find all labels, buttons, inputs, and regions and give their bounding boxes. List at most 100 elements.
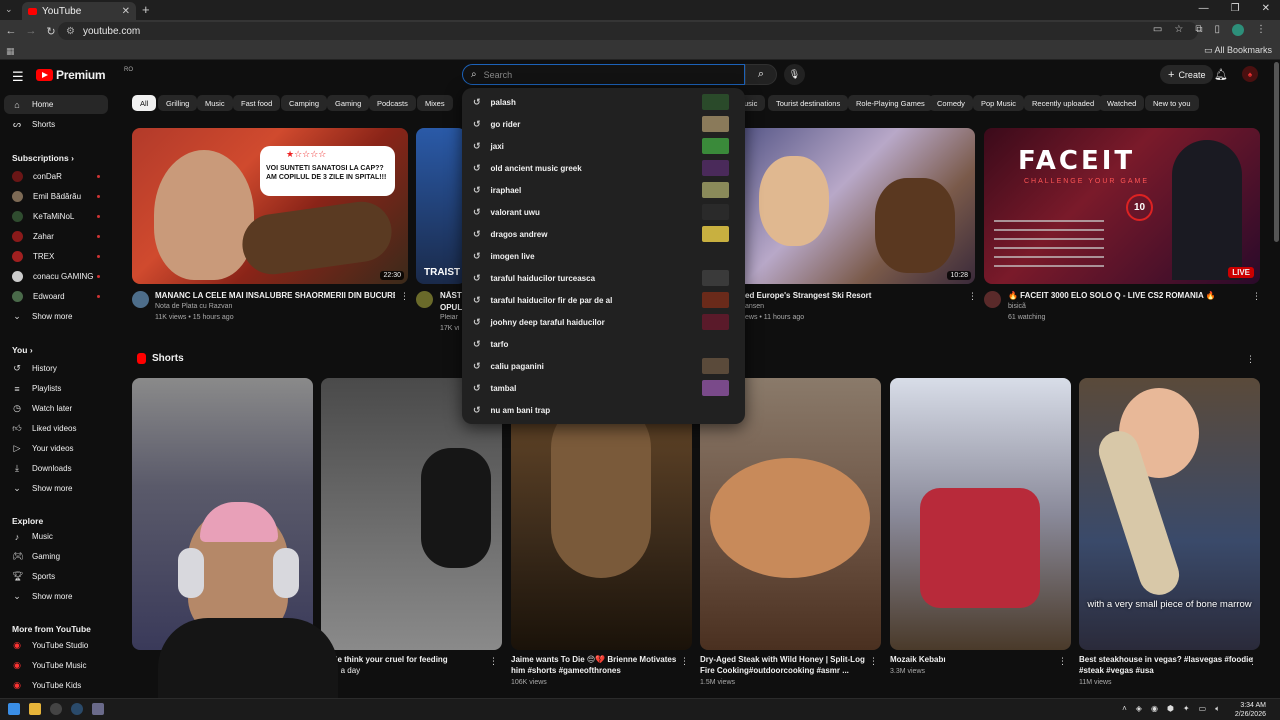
tray-app-icon[interactable]: ⬢ — [1167, 704, 1174, 714]
channel-avatar[interactable] — [416, 291, 433, 308]
file-explorer-icon[interactable] — [29, 703, 41, 715]
chip-new-to-you[interactable]: New to you — [1145, 95, 1199, 111]
more-actions-icon[interactable]: ⋮ — [968, 291, 977, 302]
sidebar-channel[interactable]: TREX — [4, 247, 108, 266]
search-suggestion[interactable]: ↺ palash — [462, 91, 745, 113]
chip-fast-food[interactable]: Fast food — [233, 95, 281, 111]
sidebar-item-youtube-music[interactable]: ◉ YouTube Music — [4, 656, 108, 675]
steam-icon[interactable] — [71, 703, 83, 715]
chip-grilling[interactable]: Grilling — [158, 95, 198, 111]
sidebar-item-home[interactable]: ⌂ Home — [4, 95, 108, 114]
video-thumbnail[interactable]: TRAIST — [416, 128, 466, 284]
short-title[interactable]: Best steakhouse in vegas? #lasvegas #foo… — [1079, 655, 1253, 664]
browser-tab-youtube[interactable]: YouTube ✕ — [22, 2, 136, 20]
chip-tourist-destinations[interactable]: Tourist destinations — [768, 95, 849, 111]
search-suggestion[interactable]: ↺ iraphael — [462, 179, 745, 201]
sidebar-item-music[interactable]: ♪ Music — [4, 527, 108, 546]
sidebar-channel[interactable]: conacu GAMING — [4, 267, 108, 286]
search-suggestion[interactable]: ↺ nu am bani trap — [462, 399, 745, 421]
sidebar-channel[interactable]: Edwoard — [4, 287, 108, 306]
tab-search-icon[interactable]: ⌄ — [5, 4, 13, 15]
shorts-menu-icon[interactable]: ⋮ — [1246, 354, 1255, 365]
search-suggestion[interactable]: ↺ tambal — [462, 377, 745, 399]
short-thumbnail[interactable]: with a very small piece of bone marrow — [1079, 378, 1260, 650]
sidebar-item-playlists[interactable]: ≡ Playlists — [4, 379, 108, 398]
search-suggestion[interactable]: ↺ tarfo — [462, 333, 745, 355]
create-button[interactable]: + Create — [1160, 65, 1214, 84]
voice-search-button[interactable]: 🎙 — [784, 64, 805, 85]
video-title[interactable]: MANANC LA CELE MAI INSALUBRE SHAORMERII … — [155, 291, 395, 300]
video-title[interactable]: NĂST — [440, 291, 462, 300]
sidebar-item-watch-later[interactable]: ◷ Watch later — [4, 399, 108, 418]
sidebar-item-sports[interactable]: 🏆︎ Sports — [4, 567, 108, 586]
search-suggestion[interactable]: ↺ joohny deep taraful haiducilor — [462, 311, 745, 333]
search-suggestion[interactable]: ↺ caliu paganini — [462, 355, 745, 377]
channel-name[interactable]: bisicã — [1008, 303, 1026, 310]
video-title[interactable]: ed Europe's Strangest Ski Resort — [745, 291, 965, 300]
short-title[interactable]: Dry-Aged Steak with Wild Honey | Split-L… — [700, 655, 865, 664]
show-more-explore[interactable]: ⌄ Show more — [4, 587, 108, 606]
sidebar-item-downloads[interactable]: ⤓ Downloads — [4, 459, 108, 478]
you-heading[interactable]: You › — [12, 345, 33, 355]
youtube-premium-logo[interactable]: Premium RO — [36, 67, 133, 82]
more-actions-icon[interactable]: ⋮ — [869, 656, 878, 667]
more-actions-icon[interactable]: ⋮ — [680, 656, 689, 667]
address-bar[interactable]: ⚙ youtube.com — [58, 22, 1198, 40]
new-tab-icon[interactable]: + — [142, 2, 150, 17]
more-actions-icon[interactable]: ⋮ — [1252, 291, 1261, 302]
back-icon[interactable]: ← — [2, 25, 20, 37]
close-window-icon[interactable]: ✕ — [1262, 3, 1270, 14]
minimize-icon[interactable]: — — [1199, 3, 1209, 14]
chip-comedy[interactable]: Comedy — [929, 95, 973, 111]
account-avatar[interactable]: ♠ — [1242, 66, 1258, 82]
chip-role-playing-games[interactable]: Role-Playing Games — [848, 95, 933, 111]
cast-icon[interactable]: ▭ — [1153, 24, 1162, 36]
guide-menu-icon[interactable]: ☰ — [12, 69, 24, 85]
chip-camping[interactable]: Camping — [281, 95, 328, 111]
search-suggestion[interactable]: ↺ valorant uwu — [462, 201, 745, 223]
sidebar-item-shorts[interactable]: ᔕ Shorts — [4, 115, 108, 134]
video-thumbnail[interactable]: VOI SUNTETI SANATOSI LA CAP?? AM COPILUL… — [132, 128, 408, 284]
search-suggestion[interactable]: ↺ taraful haiducilor turceasca — [462, 267, 745, 289]
channel-name[interactable]: Pleiar — [440, 314, 462, 321]
show-more-you[interactable]: ⌄ Show more — [4, 479, 108, 498]
subscriptions-heading[interactable]: Subscriptions › — [12, 153, 74, 163]
sidebar-channel[interactable]: KeTaMiNoL — [4, 207, 108, 226]
more-actions-icon[interactable]: ⋮ — [1248, 656, 1257, 667]
video-title[interactable]: 🔥 FACEIT 3000 ELO SOLO Q - LIVE CS2 ROMA… — [1008, 291, 1244, 300]
channel-name[interactable]: ansen — [745, 303, 764, 310]
search-input[interactable] — [483, 69, 724, 80]
extensions-icon[interactable]: ⧉ — [1195, 24, 1202, 36]
sidepanel-icon[interactable]: ▯ — [1214, 24, 1220, 36]
windows-start-icon[interactable] — [8, 703, 20, 715]
chip-mixes[interactable]: Mixes — [417, 95, 453, 111]
sidebar-channel[interactable]: Emil Bădărău — [4, 187, 108, 206]
chip-music[interactable]: Music — [197, 95, 233, 111]
chip-podcasts[interactable]: Podcasts — [369, 95, 416, 111]
app-icon[interactable] — [92, 703, 104, 715]
forward-icon[interactable]: → — [22, 25, 40, 37]
taskbar-clock[interactable]: 3:34 AM 2/26/2026 — [1235, 701, 1266, 719]
search-box[interactable]: ⌕ — [462, 64, 745, 85]
chip-all[interactable]: All — [132, 95, 157, 111]
search-suggestion[interactable]: ↺ dragos andrew — [462, 223, 745, 245]
tray-app-icon[interactable]: ◈ — [1136, 704, 1142, 714]
all-bookmarks-button[interactable]: ▭ All Bookmarks — [1204, 45, 1272, 56]
sidebar-channel[interactable]: conDaR — [4, 167, 108, 186]
obs-icon[interactable] — [50, 703, 62, 715]
sidebar-item-youtube-kids[interactable]: ◉ YouTube Kids — [4, 676, 108, 695]
volume-icon[interactable]: 🔈︎ — [1215, 704, 1220, 714]
show-more-subscriptions[interactable]: ⌄ Show more — [4, 307, 108, 326]
menu-dots-icon[interactable]: ⋮ — [1256, 24, 1266, 36]
network-icon[interactable]: ▭ — [1199, 704, 1207, 714]
profile-avatar-icon[interactable] — [1232, 24, 1244, 36]
more-actions-icon[interactable]: ⋮ — [1058, 656, 1067, 667]
more-actions-icon[interactable]: ⋮ — [489, 656, 498, 667]
site-info-icon[interactable]: ⚙ — [66, 26, 75, 37]
channel-name[interactable]: Nota de Plata cu Razvan — [155, 303, 232, 310]
short-title[interactable]: Mozaik Kebabı — [890, 655, 946, 664]
chip-pop-music[interactable]: Pop Music — [973, 95, 1025, 111]
search-button[interactable]: ⌕ — [745, 64, 777, 85]
chevron-up-icon[interactable]: ˄ — [1122, 704, 1127, 714]
sidebar-item-history[interactable]: ↺ History — [4, 359, 108, 378]
